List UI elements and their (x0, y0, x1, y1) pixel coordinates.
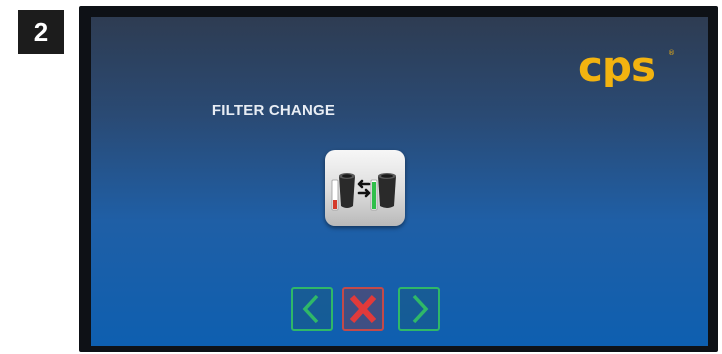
chevron-right-icon (412, 294, 429, 324)
cancel-button[interactable] (342, 287, 384, 331)
chevron-left-icon (302, 294, 319, 324)
next-button[interactable] (398, 287, 440, 331)
svg-text:®: ® (668, 49, 675, 57)
step-number: 2 (33, 16, 49, 47)
device-screen: cps ® FILTER CHANGE (91, 17, 708, 346)
close-icon (349, 294, 377, 324)
step-badge: 2 (18, 10, 64, 54)
back-button[interactable] (291, 287, 333, 331)
screen-title: FILTER CHANGE (211, 102, 336, 119)
svg-text:cps: cps (578, 43, 655, 87)
filter-change-button[interactable] (325, 150, 405, 226)
cps-logo: cps ® (578, 43, 675, 87)
filter-change-icon (331, 173, 396, 211)
